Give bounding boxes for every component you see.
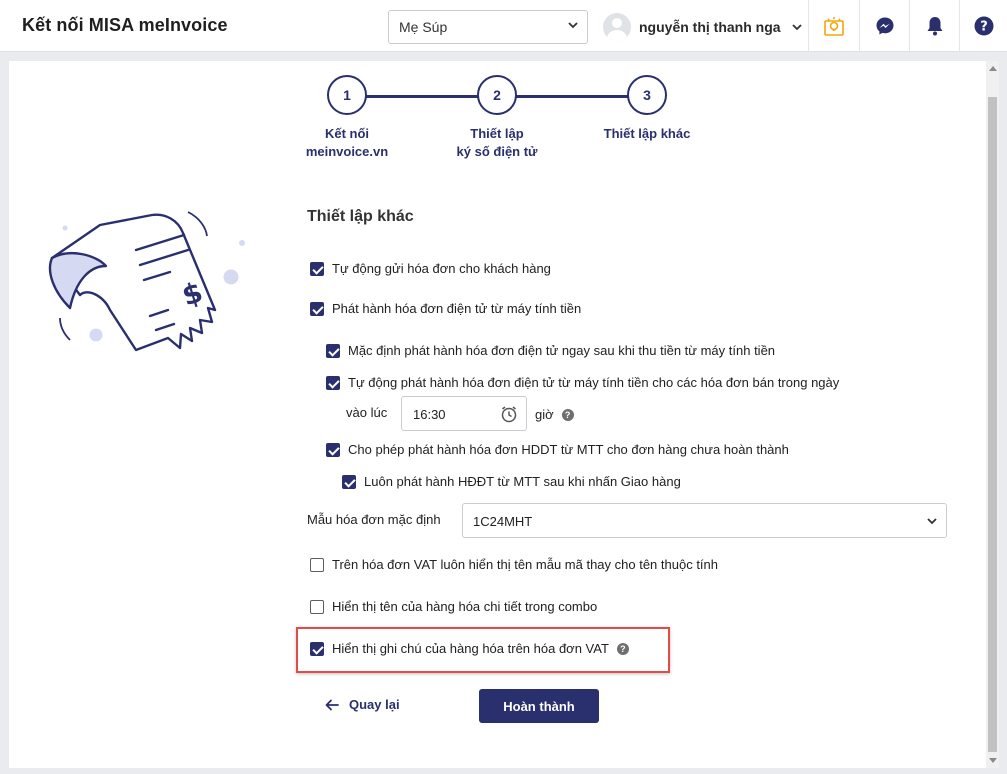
checkbox-checked[interactable] (310, 301, 324, 316)
option-auto-issue-daily-label: Tự động phát hành hóa đơn điện tử từ máy… (348, 375, 840, 390)
template-select-value: 1C24MHT (473, 514, 533, 529)
avatar (603, 13, 631, 41)
chevron-down-icon (927, 518, 937, 525)
step-1-label-line2: meinvoice.vn (305, 144, 389, 159)
option-show-combo-items[interactable]: Hiển thị tên của hàng hóa chi tiết trong… (310, 599, 597, 614)
help-button[interactable]: ? (959, 0, 1007, 52)
option-always-on-delivery[interactable]: Luôn phát hành HĐĐT từ MTT sau khi nhấn … (342, 474, 681, 489)
option-auto-issue-daily[interactable]: Tự động phát hành hóa đơn điện tử từ máy… (326, 375, 839, 390)
step-2-label-line1: Thiết lập (470, 126, 524, 141)
template-select[interactable]: 1C24MHT (462, 503, 947, 538)
option-allow-incomplete-label: Cho phép phát hành hóa đơn HDDT từ MTT c… (348, 442, 789, 457)
step-2-circle: 2 (477, 75, 517, 115)
svg-text:?: ? (980, 20, 988, 35)
step-3-label: Thiết lập khác (587, 125, 707, 143)
checkbox-checked[interactable] (342, 474, 356, 489)
option-issue-from-pos[interactable]: Phát hành hóa đơn điện tử từ máy tính ti… (310, 301, 581, 316)
option-vat-show-template-code-label: Trên hóa đơn VAT luôn hiển thị tên mẫu m… (332, 557, 719, 572)
scroll-up-icon[interactable] (989, 66, 997, 71)
user-menu[interactable]: nguyễn thị thanh nga (603, 12, 803, 42)
shop-select-value: Mẹ Súp (399, 19, 448, 35)
checkbox-unchecked[interactable] (310, 557, 324, 572)
question-icon: ? (974, 16, 993, 36)
option-show-combo-items-label: Hiển thị tên của hàng hóa chi tiết trong… (332, 599, 598, 614)
checkbox-unchecked[interactable] (310, 599, 324, 614)
option-allow-incomplete[interactable]: Cho phép phát hành hóa đơn HDDT từ MTT c… (326, 442, 789, 457)
time-input[interactable]: 16:30 (401, 396, 527, 431)
time-prefix-label: vào lúc (346, 405, 388, 420)
option-issue-from-pos-label: Phát hành hóa đơn điện tử từ máy tính ti… (332, 301, 582, 316)
help-circle-icon[interactable]: ? (616, 642, 629, 655)
step-2-label-line2: ký số điện tử (456, 144, 538, 159)
step-3-label-line1: Thiết lập khác (603, 126, 691, 141)
step-1-label: Kết nối meinvoice.vn (287, 125, 407, 161)
user-name: nguyễn thị thanh nga (639, 19, 781, 35)
option-always-on-delivery-label: Luôn phát hành HĐĐT từ MTT sau khi nhấn … (364, 474, 681, 489)
top-bar: Kết nối MISA meInvoice Mẹ Súp nguyễn thị… (0, 0, 1007, 52)
step-1-label-line1: Kết nối (324, 126, 370, 141)
time-suffix: giờ ? (535, 407, 574, 422)
checkbox-checked[interactable] (310, 641, 324, 656)
option-default-issue-after-pay-label: Mặc định phát hành hóa đơn điện tử ngay … (348, 343, 776, 358)
option-auto-send-label: Tự động gửi hóa đơn cho khách hàng (332, 261, 551, 276)
time-suffix-label: giờ (535, 407, 554, 422)
scroll-thumb[interactable] (988, 97, 997, 752)
scrollbar[interactable] (986, 61, 999, 768)
messenger-icon (876, 17, 893, 35)
checkbox-checked[interactable] (326, 375, 340, 390)
option-default-issue-after-pay[interactable]: Mặc định phát hành hóa đơn điện tử ngay … (326, 343, 775, 358)
invoice-illustration: $ (48, 211, 245, 352)
step-3-circle: 3 (627, 75, 667, 115)
messenger-button[interactable] (859, 0, 909, 52)
tip-button[interactable] (808, 0, 858, 52)
checkbox-checked[interactable] (310, 261, 324, 276)
finish-button-label: Hoàn thành (503, 698, 575, 714)
chevron-down-icon (791, 24, 802, 31)
option-show-item-notes-label: Hiển thị ghi chú của hàng hóa trên hóa đ… (332, 641, 609, 656)
checkbox-checked[interactable] (326, 442, 340, 457)
back-button-label: Quay lại (349, 697, 400, 712)
step-2-label: Thiết lập ký số điện tử (437, 125, 557, 161)
lightbulb-icon (823, 17, 844, 36)
section-title: Thiết lập khác (307, 208, 414, 225)
notification-button[interactable] (909, 0, 959, 52)
template-label: Mẫu hóa đơn mặc định (307, 512, 441, 527)
chevron-down-icon (568, 22, 578, 29)
step-connector (366, 95, 478, 98)
scroll-down-icon[interactable] (989, 758, 997, 763)
option-auto-send[interactable]: Tự động gửi hóa đơn cho khách hàng (310, 261, 551, 276)
option-show-item-notes[interactable]: Hiển thị ghi chú của hàng hóa trên hóa đ… (310, 641, 629, 656)
back-button[interactable]: Quay lại (325, 697, 400, 712)
bell-icon (927, 17, 942, 36)
time-value: 16:30 (413, 407, 446, 422)
arrow-left-icon (325, 699, 339, 710)
finish-button[interactable]: Hoàn thành (479, 689, 599, 723)
app-title: Kết nối MISA meInvoice (22, 15, 228, 35)
shop-select[interactable]: Mẹ Súp (388, 10, 588, 44)
help-circle-icon[interactable]: ? (561, 408, 574, 421)
checkbox-checked[interactable] (326, 343, 340, 358)
clock-icon[interactable] (500, 405, 518, 423)
option-vat-show-template-code[interactable]: Trên hóa đơn VAT luôn hiển thị tên mẫu m… (310, 557, 718, 572)
step-connector (516, 95, 628, 98)
step-1-circle: 1 (327, 75, 367, 115)
